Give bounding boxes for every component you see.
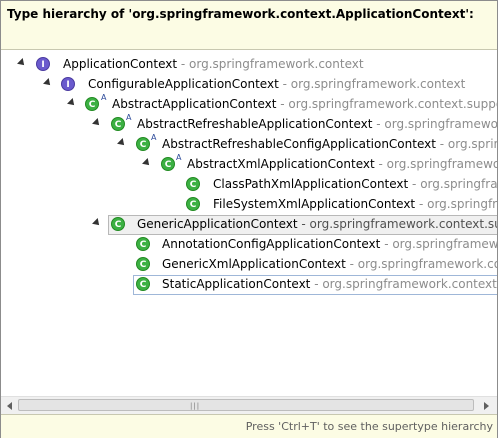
package-name: - org.springframework.cont	[345, 257, 497, 271]
tree-row[interactable]: C StaticApplicationContext - org.springf…	[1, 274, 497, 295]
hierarchy-tree[interactable]: I ApplicationContext - org.springframewo…	[1, 50, 497, 396]
tree-row[interactable]: C A AbstractRefreshableConfigApplication…	[1, 133, 497, 154]
tree-row[interactable]: C FileSystemXmlApplicationContext - org.…	[1, 194, 497, 214]
scrollbar-thumb[interactable]: |||	[18, 399, 474, 411]
package-name: - org.sprin	[435, 137, 497, 151]
type-name: AnnotationConfigApplicationContext	[162, 237, 381, 251]
tree-row[interactable]: C ClassPathXmlApplicationContext - org.s…	[1, 174, 497, 194]
popup-header: Type hierarchy of 'org.springframework.c…	[1, 1, 497, 27]
tree-row[interactable]: I ConfigurableApplicationContext - org.s…	[1, 74, 497, 94]
scroll-right-arrow-icon[interactable]	[484, 402, 489, 410]
package-name: - org.springframework.context	[177, 57, 364, 71]
class-icon: C	[85, 97, 99, 111]
type-name: ConfigurableApplicationContext	[88, 77, 279, 91]
class-icon: C	[136, 257, 150, 271]
tree-node-label: AnnotationConfigApplicationContext - org…	[162, 234, 497, 254]
package-name: - org.springframew	[380, 237, 497, 251]
expand-twisty-icon[interactable]	[43, 78, 53, 88]
tree-row[interactable]: I ApplicationContext - org.springframewo…	[1, 54, 497, 74]
package-name: - org.springframework.context.sup	[297, 217, 497, 231]
expand-twisty-icon[interactable]	[117, 138, 127, 148]
tree-row[interactable]: C GenericXmlApplicationContext - org.spr…	[1, 254, 497, 274]
abstract-flag: A	[101, 93, 107, 102]
tree-node-label: AbstractXmlApplicationContext - org.spri…	[187, 154, 497, 174]
tree-node-label: ClassPathXmlApplicationContext - org.spr…	[213, 174, 497, 194]
tree-node-label: ApplicationContext - org.springframework…	[63, 54, 364, 74]
tree-node-label: ConfigurableApplicationContext - org.spr…	[88, 74, 465, 94]
type-name: AbstractRefreshableConfigApplicationCont…	[162, 137, 436, 151]
tree-row[interactable]: C A AbstractApplicationContext - org.spr…	[1, 93, 497, 114]
filter-input[interactable]	[1, 27, 497, 50]
package-name: - org.springfra	[408, 177, 497, 191]
package-name: - org.springframewor	[372, 117, 497, 131]
popup-title: Type hierarchy of 'org.springframework.c…	[7, 7, 474, 21]
expand-twisty-icon[interactable]	[142, 158, 152, 168]
horizontal-scrollbar[interactable]: |||	[1, 396, 497, 414]
class-icon: C	[186, 197, 200, 211]
class-icon: C	[186, 177, 200, 191]
package-name: - org.springframework.context.su	[310, 277, 497, 291]
class-icon: C	[136, 277, 150, 291]
class-icon: C	[136, 237, 150, 251]
expand-twisty-icon[interactable]	[92, 118, 102, 128]
tree-node-label: AbstractRefreshableConfigApplicationCont…	[162, 134, 497, 154]
tree-node-label: AbstractApplicationContext - org.springf…	[112, 94, 497, 114]
package-name: - org.springframewo	[374, 157, 498, 171]
tree-node-label: StaticApplicationContext - org.springfra…	[162, 274, 497, 294]
status-hint: Press 'Ctrl+T' to see the supertype hier…	[245, 420, 493, 433]
class-icon: C	[136, 137, 150, 151]
expand-twisty-icon[interactable]	[17, 58, 27, 68]
type-name: AbstractRefreshableApplicationContext	[137, 117, 373, 131]
scrollbar-grip: |||	[190, 402, 201, 410]
interface-icon: I	[61, 77, 75, 91]
type-name: FileSystemXmlApplicationContext	[213, 197, 416, 211]
scroll-left-arrow-icon[interactable]	[7, 402, 12, 410]
type-name: ApplicationContext	[63, 57, 178, 71]
type-name: GenericApplicationContext	[137, 217, 298, 231]
package-name: - org.springfra	[415, 197, 497, 211]
type-name: StaticApplicationContext	[162, 277, 311, 291]
type-hierarchy-popup: Type hierarchy of 'org.springframework.c…	[0, 0, 498, 438]
class-icon: C	[111, 217, 125, 231]
status-bar: Press 'Ctrl+T' to see the supertype hier…	[1, 414, 497, 438]
tree-row[interactable]: C A AbstractRefreshableApplicationContex…	[1, 113, 497, 134]
tree-node-label: AbstractRefreshableApplicationContext - …	[137, 114, 497, 134]
type-name: AbstractXmlApplicationContext	[187, 157, 375, 171]
tree-row[interactable]: C GenericApplicationContext - org.spring…	[1, 214, 497, 235]
type-name: ClassPathXmlApplicationContext	[213, 177, 409, 191]
package-name: - org.springframework.context	[278, 77, 466, 91]
type-name: AbstractApplicationContext	[112, 97, 277, 111]
expand-twisty-icon[interactable]	[67, 98, 77, 108]
class-icon: C	[111, 117, 125, 131]
abstract-flag: A	[176, 153, 182, 162]
tree-node-label: GenericApplicationContext - org.springfr…	[137, 214, 497, 234]
type-name: GenericXmlApplicationContext	[162, 257, 346, 271]
tree-node-label: FileSystemXmlApplicationContext - org.sp…	[213, 194, 497, 214]
expand-twisty-icon[interactable]	[92, 218, 102, 228]
interface-icon: I	[36, 57, 50, 71]
tree-row[interactable]: C A AbstractXmlApplicationContext - org.…	[1, 153, 497, 174]
abstract-flag: A	[151, 133, 157, 142]
abstract-flag: A	[126, 113, 132, 122]
package-name: - org.springframework.context.suppor	[276, 97, 497, 111]
class-icon: C	[161, 157, 175, 171]
tree-node-label: GenericXmlApplicationContext - org.sprin…	[162, 254, 497, 274]
tree-row[interactable]: C AnnotationConfigApplicationContext - o…	[1, 234, 497, 254]
